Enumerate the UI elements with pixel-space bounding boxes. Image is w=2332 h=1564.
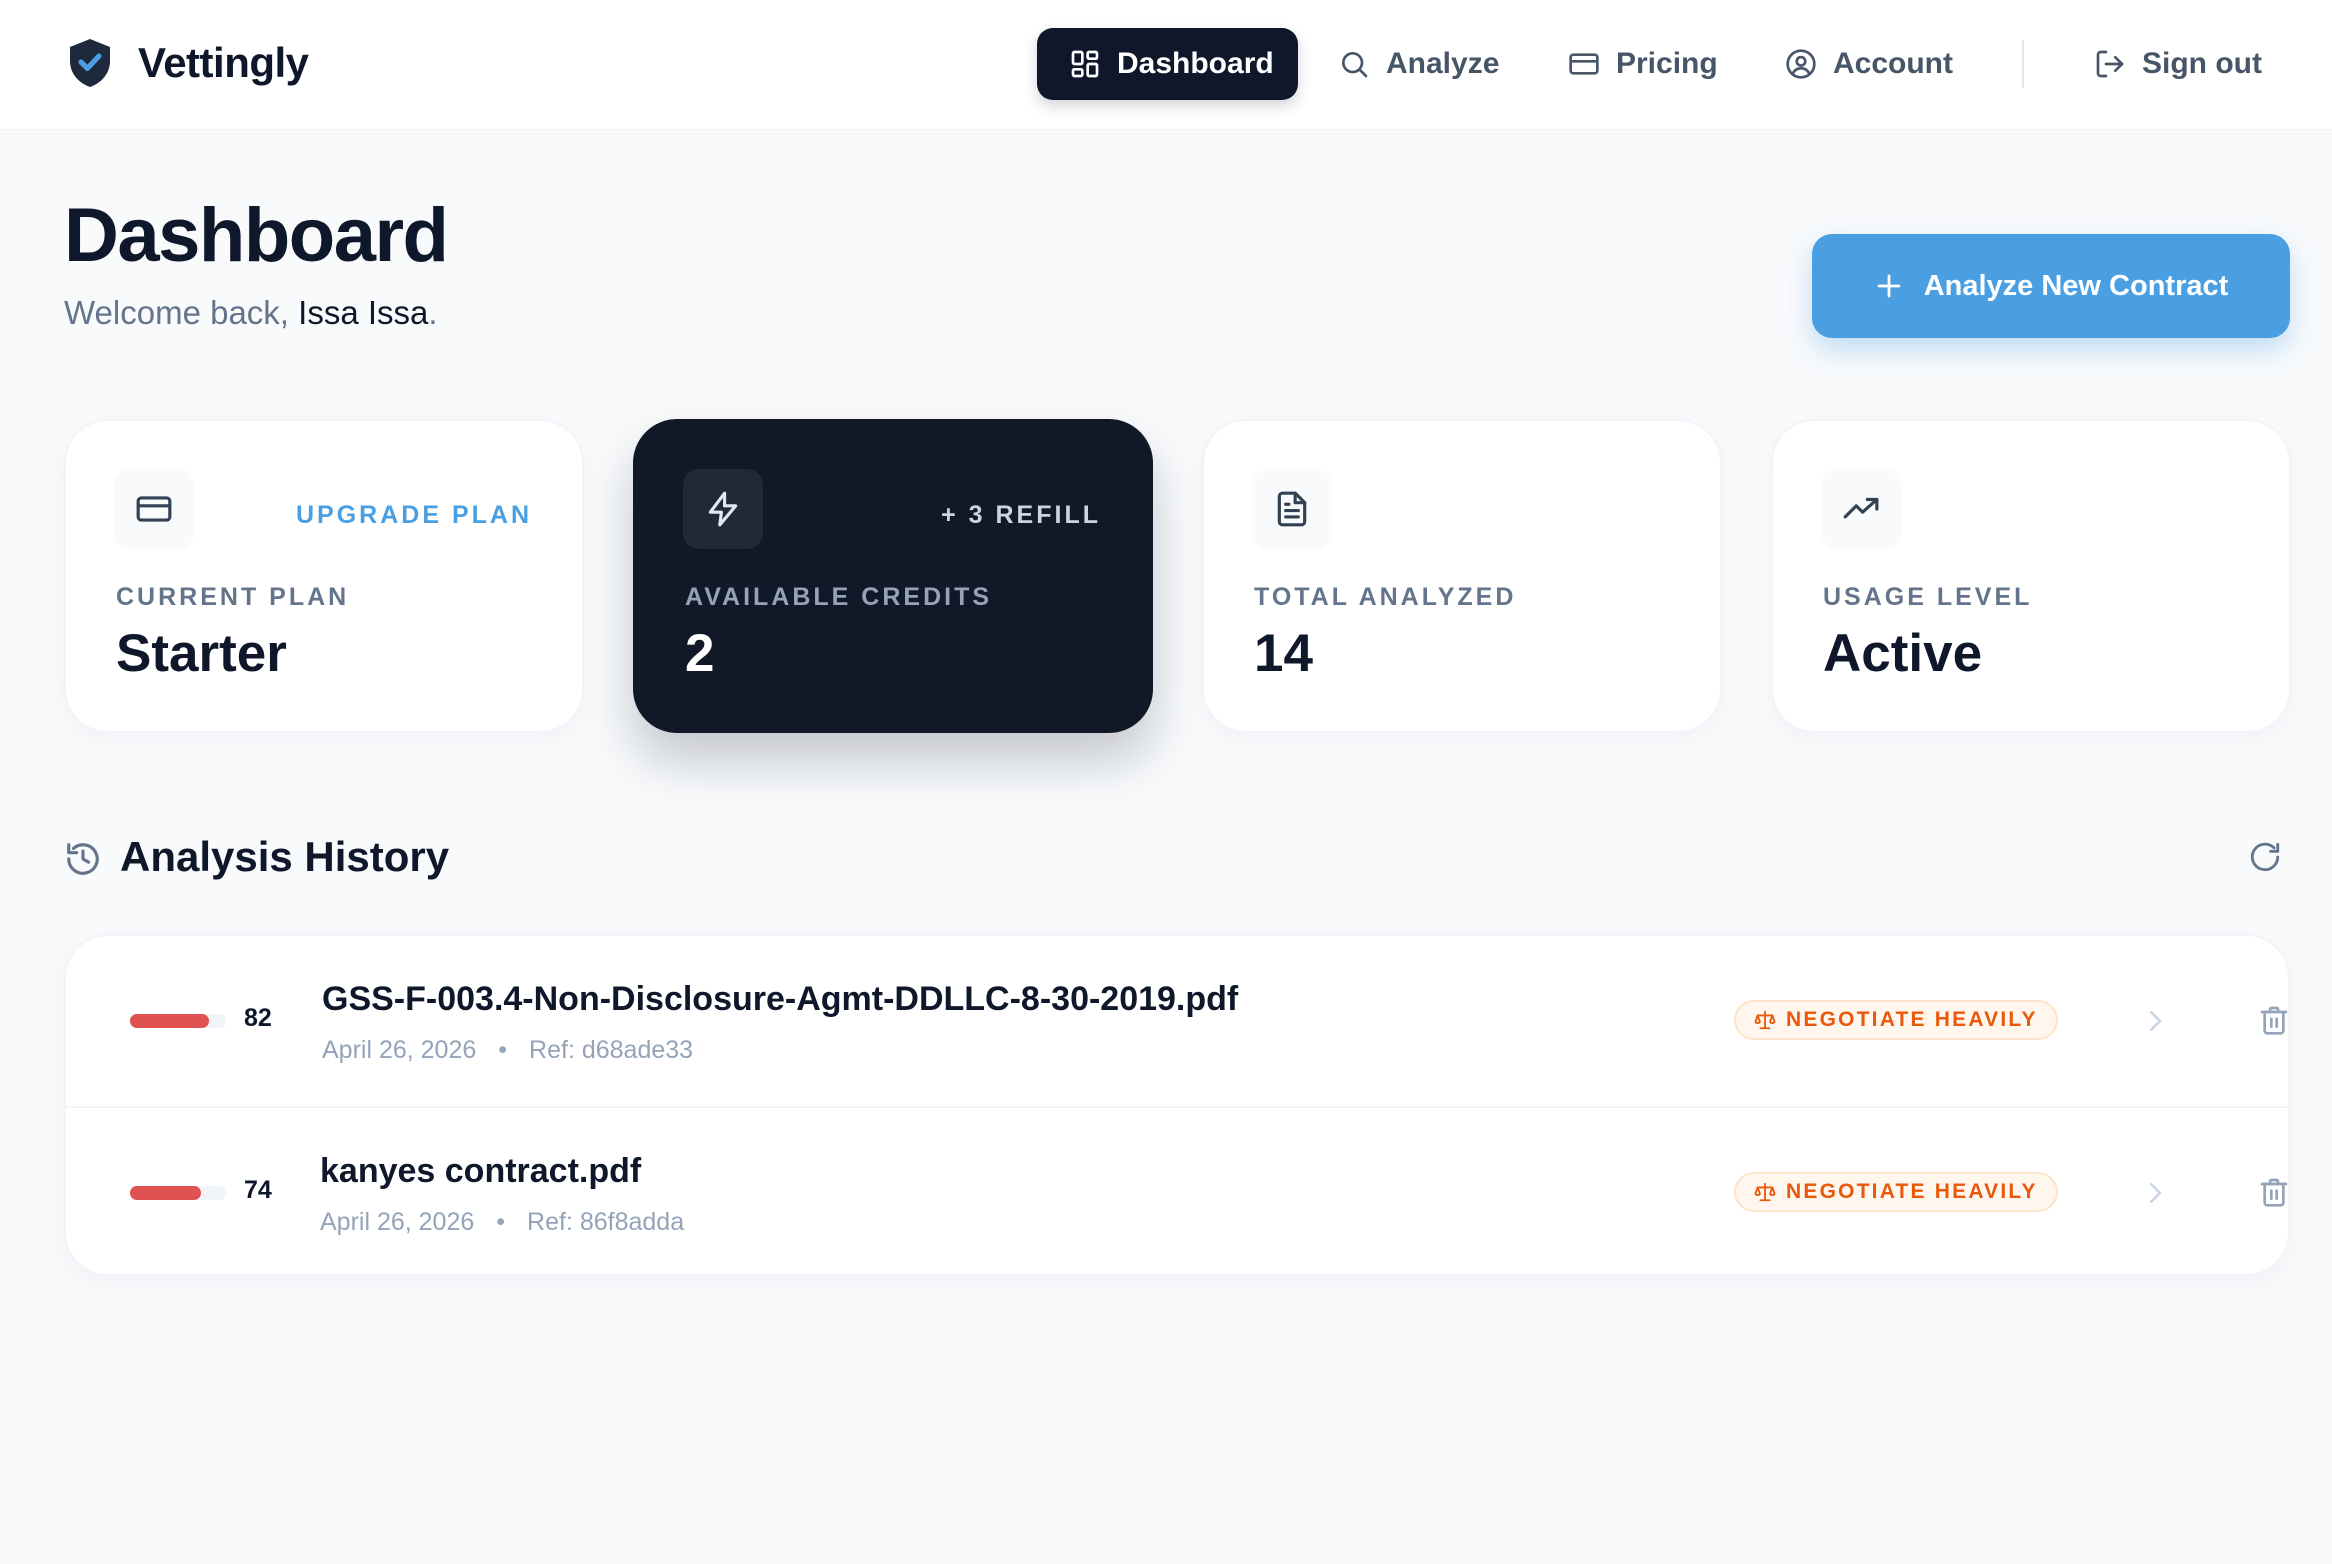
card-label: TOTAL ANALYZED bbox=[1254, 583, 1517, 611]
lightning-icon bbox=[708, 491, 738, 527]
risk-score-fill bbox=[130, 1014, 209, 1028]
scale-icon bbox=[1754, 1010, 1776, 1030]
file-name[interactable]: kanyes contract.pdf bbox=[320, 1152, 641, 1191]
card-icon-box bbox=[114, 469, 194, 549]
verdict-badge: NEGOTIATE HEAVILY bbox=[1734, 1000, 2058, 1040]
nav-pricing[interactable]: Pricing bbox=[1568, 28, 1718, 100]
shield-check-icon bbox=[70, 39, 110, 87]
risk-score-bar bbox=[130, 1186, 226, 1200]
card-value: Active bbox=[1823, 624, 1983, 683]
verdict-label: NEGOTIATE HEAVILY bbox=[1786, 1180, 2038, 1203]
card-value: Starter bbox=[116, 624, 287, 683]
sign-out-icon bbox=[2096, 50, 2124, 78]
nav-pricing-label: Pricing bbox=[1616, 47, 1718, 80]
card-label: CURRENT PLAN bbox=[116, 583, 350, 611]
nav-account-label: Account bbox=[1833, 47, 1953, 80]
card-label: USAGE LEVEL bbox=[1823, 583, 2033, 611]
refresh-icon[interactable] bbox=[2248, 840, 2282, 874]
upgrade-plan-link[interactable]: UPGRADE PLAN bbox=[296, 501, 532, 530]
meta-separator: • bbox=[498, 1036, 508, 1064]
trash-icon[interactable] bbox=[2258, 1176, 2290, 1208]
credit-card-icon bbox=[136, 496, 172, 522]
risk-score: 74 bbox=[244, 1176, 272, 1204]
plus-icon bbox=[1877, 274, 1901, 298]
brand-name: Vettingly bbox=[138, 39, 309, 86]
analysis-history-title: Analysis History bbox=[120, 833, 450, 880]
welcome-message: Welcome back, Issa Issa. bbox=[64, 294, 438, 332]
analysis-date: April 26, 2026 bbox=[320, 1208, 475, 1236]
card-value: 2 bbox=[685, 624, 715, 683]
chevron-right-icon[interactable] bbox=[2140, 1178, 2170, 1208]
trash-icon[interactable] bbox=[2258, 1004, 2290, 1036]
file-name[interactable]: GSS-F-003.4-Non-Disclosure-Agmt-DDLLC-8-… bbox=[322, 980, 1238, 1019]
meta-separator: • bbox=[496, 1208, 506, 1236]
nav-dashboard-label: Dashboard bbox=[1117, 47, 1274, 80]
nav-sign-out[interactable]: Sign out bbox=[2094, 28, 2262, 100]
card-label: AVAILABLE CREDITS bbox=[685, 583, 993, 611]
page-title: Dashboard bbox=[64, 193, 449, 278]
verdict-label: NEGOTIATE HEAVILY bbox=[1786, 1008, 2038, 1031]
card-icon-box bbox=[1821, 469, 1901, 549]
dashboard-grid-icon bbox=[1071, 50, 1099, 78]
top-navigation: Vettingly Dashboard Analyze Pricing Acco… bbox=[0, 0, 2332, 130]
trending-up-icon bbox=[1843, 497, 1879, 519]
reference-id: Ref: 86f8adda bbox=[527, 1208, 685, 1236]
refill-credits-link[interactable]: + 3 REFILL bbox=[941, 501, 1101, 530]
available-credits-card: + 3 REFILL AVAILABLE CREDITS 2 bbox=[633, 419, 1153, 733]
user-name: Issa Issa bbox=[298, 294, 429, 331]
nav-dashboard[interactable]: Dashboard bbox=[1037, 28, 1298, 100]
risk-score-fill bbox=[130, 1186, 202, 1200]
welcome-prefix: Welcome back, bbox=[64, 294, 289, 331]
nav-account[interactable]: Account bbox=[1785, 28, 1953, 100]
usage-level-card: USAGE LEVEL Active bbox=[1771, 419, 2291, 733]
card-icon-box bbox=[1252, 469, 1332, 549]
nav-analyze-label: Analyze bbox=[1386, 47, 1500, 80]
document-icon bbox=[1277, 491, 1307, 527]
chevron-right-icon[interactable] bbox=[2140, 1006, 2170, 1036]
history-row[interactable]: 82 GSS-F-003.4-Non-Disclosure-Agmt-DDLLC… bbox=[66, 936, 2288, 1106]
history-icon bbox=[67, 843, 99, 875]
search-icon bbox=[1342, 52, 1368, 78]
credit-card-icon bbox=[1569, 53, 1599, 75]
nav-sign-out-label: Sign out bbox=[2142, 47, 2262, 80]
risk-score-bar bbox=[130, 1014, 226, 1028]
history-row[interactable]: 74 kanyes contract.pdf April 26, 2026 • Re… bbox=[66, 1106, 2288, 1276]
file-meta: April 26, 2026 • Ref: d68ade33 bbox=[322, 1036, 693, 1065]
nav-divider bbox=[2022, 40, 2024, 88]
file-meta: April 26, 2026 • Ref: 86f8adda bbox=[320, 1208, 684, 1237]
reference-id: Ref: d68ade33 bbox=[529, 1036, 694, 1064]
analyze-new-contract-label: Analyze New Contract bbox=[1923, 269, 2229, 302]
analyze-new-contract-button[interactable]: Analyze New Contract bbox=[1812, 234, 2290, 338]
verdict-badge: NEGOTIATE HEAVILY bbox=[1734, 1172, 2058, 1212]
risk-score: 82 bbox=[244, 1004, 272, 1032]
analysis-history-list: 82 GSS-F-003.4-Non-Disclosure-Agmt-DDLLC… bbox=[64, 934, 2290, 1276]
brand[interactable]: Vettingly bbox=[66, 36, 309, 90]
user-circle-icon bbox=[1786, 49, 1816, 79]
current-plan-card: UPGRADE PLAN CURRENT PLAN Starter bbox=[64, 419, 584, 733]
card-icon-box bbox=[683, 469, 763, 549]
total-analyzed-card: TOTAL ANALYZED 14 bbox=[1202, 419, 1722, 733]
scale-icon bbox=[1754, 1182, 1776, 1202]
analysis-date: April 26, 2026 bbox=[322, 1036, 477, 1064]
welcome-suffix: . bbox=[428, 294, 438, 331]
card-value: 14 bbox=[1254, 624, 1313, 683]
nav-analyze[interactable]: Analyze bbox=[1338, 28, 1499, 100]
